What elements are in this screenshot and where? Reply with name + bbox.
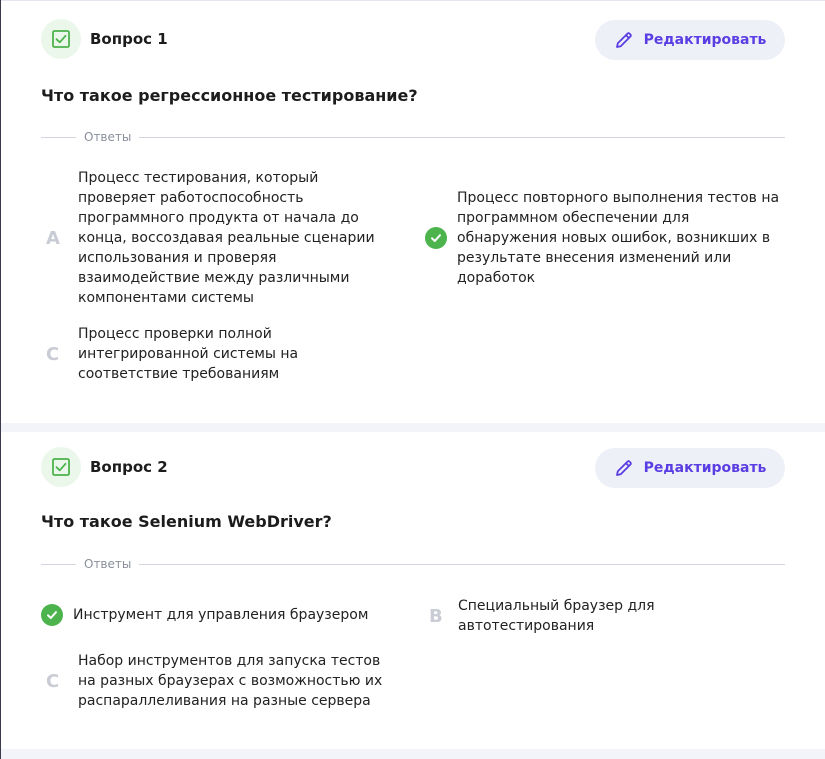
- question-header: Вопрос 1: [41, 19, 168, 59]
- answer-text: Инструмент для управления браузером: [73, 607, 369, 623]
- answer-letter: C: [46, 343, 60, 365]
- edit-button-label: Редактировать: [643, 460, 767, 476]
- answer-option-c: C Процесс проверки полной интегрированно…: [46, 323, 386, 385]
- answers-label: Ответы: [84, 130, 132, 144]
- answer-option-b: Процесс повторного выполнения тестов на …: [425, 187, 785, 289]
- checkbox-checked-icon: [52, 458, 70, 476]
- pencil-icon: [615, 32, 632, 48]
- correct-answer-marker: [41, 604, 73, 626]
- question-title: Вопрос 2: [90, 458, 168, 476]
- answer-option-a: A Процесс тестирования, который проверяе…: [46, 167, 386, 309]
- edit-button-label: Редактировать: [643, 32, 767, 48]
- answer-option-a: Инструмент для управления браузером: [41, 604, 386, 626]
- answers-separator: Ответы: [41, 557, 785, 571]
- answer-option-c: C Набор инструментов для запуска тестов …: [46, 650, 391, 712]
- correct-answer-marker: [425, 227, 457, 249]
- divider: [41, 136, 76, 138]
- edit-button[interactable]: Редактировать: [595, 20, 785, 60]
- question-card-1: Вопрос 1 Редактировать Что такое регресс…: [1, 0, 825, 423]
- answer-letter: A: [46, 227, 60, 249]
- answer-text: Набор инструментов для запуска тестов на…: [78, 653, 383, 709]
- check-circle-icon: [41, 604, 63, 626]
- answer-option-b: B Специальный браузер для автотестирован…: [429, 595, 785, 637]
- pencil-icon: [615, 460, 632, 476]
- checkbox-checked-icon: [52, 30, 70, 48]
- answer-text: Процесс повторного выполнения тестов на …: [457, 190, 780, 286]
- divider: [41, 563, 76, 565]
- answers-separator: Ответы: [41, 130, 785, 144]
- answer-text: Процесс проверки полной интегрированной …: [78, 326, 299, 382]
- question-card-2: Вопрос 2 Редактировать Что такое Seleniu…: [1, 432, 825, 749]
- question-text: Что такое регрессионное тестирование?: [41, 86, 418, 105]
- edit-button[interactable]: Редактировать: [595, 448, 785, 488]
- question-text: Что такое Selenium WebDriver?: [41, 512, 332, 531]
- answer-text: Специальный браузер для автотестирования: [458, 598, 655, 634]
- check-circle-icon: [425, 227, 447, 249]
- answer-letter: C: [46, 670, 60, 692]
- question-title: Вопрос 1: [90, 30, 168, 48]
- answer-text: Процесс тестирования, который проверяет …: [78, 170, 375, 306]
- question-status-badge: [41, 447, 81, 487]
- question-status-badge: [41, 19, 81, 59]
- divider: [139, 563, 785, 565]
- answers-label: Ответы: [84, 557, 132, 571]
- divider: [139, 136, 785, 138]
- answer-letter: B: [429, 605, 443, 627]
- question-header: Вопрос 2: [41, 447, 168, 487]
